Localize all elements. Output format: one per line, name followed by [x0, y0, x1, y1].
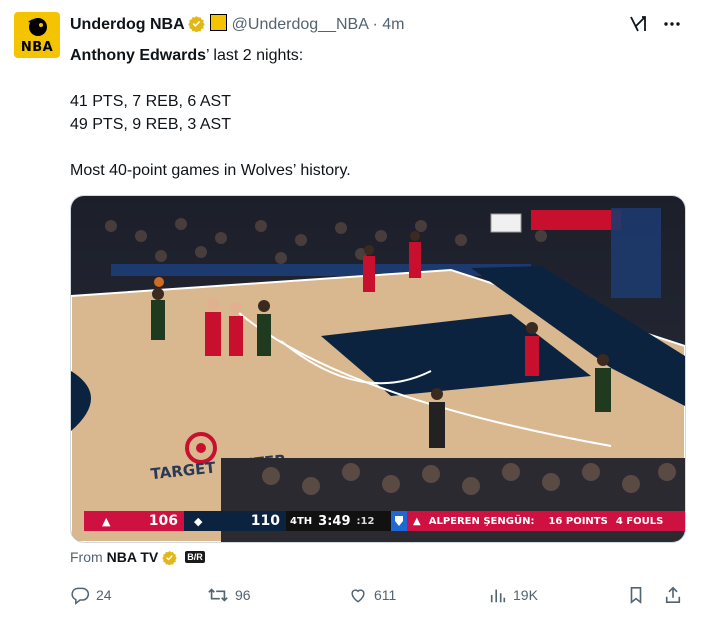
away-score: 110 — [250, 513, 280, 529]
author-handle[interactable]: @Underdog__NBA — [232, 16, 368, 33]
source-name[interactable]: NBA TV — [107, 549, 159, 565]
more-options-icon[interactable] — [662, 14, 682, 34]
home-team-score-box: ▲ 106 — [84, 511, 184, 531]
tweet-timestamp[interactable]: 4m — [382, 16, 404, 33]
player-points: 16 POINTS — [548, 515, 608, 527]
like-button[interactable]: 611 — [348, 583, 396, 607]
tweet-closing: Most 40-point games in Wolves’ history. — [70, 162, 351, 179]
stat-line-1: 41 PTS, 7 REB, 6 AST — [70, 93, 231, 110]
tweet-header: Underdog NBA @Underdog__NBA · 4m — [70, 14, 704, 36]
player-name: Anthony Edwards — [70, 47, 207, 64]
player-stat-box: ▲ ALPEREN ŞENGÜN: 16 POINTS 4 FOULS — [407, 511, 685, 531]
header-actions — [628, 14, 682, 34]
repost-count: 96 — [235, 587, 251, 603]
tweet-line-1: Anthony Edwards’ last 2 nights: — [70, 44, 670, 67]
shot-clock: :12 — [356, 515, 375, 527]
away-team-score-box: ◆ 110 — [184, 511, 286, 531]
tweet-text: Anthony Edwards’ last 2 nights: 41 PTS, … — [70, 44, 670, 182]
views-count: 19K — [513, 587, 538, 603]
reply-icon — [70, 585, 90, 605]
source-prefix: From — [70, 549, 103, 565]
video-player[interactable]: TARGET CENTER ▲ 106 ◆ 110 4TH 3:49:12 ▲… — [70, 195, 686, 543]
player-fouls: 4 FOULS — [615, 515, 664, 527]
author-name[interactable]: Underdog NBA — [70, 16, 185, 33]
verified-gold-badge-icon[interactable] — [187, 15, 205, 32]
views-button[interactable]: 19K — [489, 583, 538, 607]
game-clock: 3:49 — [318, 513, 351, 529]
stat-line-2: 49 PTS, 9 REB, 3 AST — [70, 116, 231, 133]
header-separator: · — [372, 16, 378, 33]
featured-player: ALPEREN ŞENGÜN: — [428, 515, 535, 527]
bookmark-button[interactable] — [627, 583, 645, 607]
share-button[interactable] — [664, 583, 682, 607]
rockets-logo-small-icon: ▲ — [413, 515, 421, 527]
share-icon — [664, 585, 682, 605]
timberwolves-logo-icon: ◆ — [194, 514, 203, 528]
grok-icon[interactable] — [628, 14, 648, 34]
basketball-court-scene: TARGET CENTER — [71, 196, 685, 542]
reply-button[interactable]: 24 — [70, 583, 112, 607]
heart-icon — [348, 585, 368, 605]
rockets-logo-icon: ▲ — [102, 514, 111, 528]
like-count: 611 — [374, 587, 397, 603]
game-clock-box: 4TH 3:49 :12 — [286, 511, 391, 531]
avatar-label: NBA — [20, 40, 54, 55]
fanduel-logo-icon — [391, 511, 407, 531]
avatar[interactable]: NBA — [14, 12, 60, 58]
scorebug: ▲ 106 ◆ 110 4TH 3:49 :12 ▲ ALPEREN ŞENGÜ… — [84, 511, 685, 531]
repost-icon — [207, 585, 229, 605]
source-verified-gold-badge-icon — [162, 550, 178, 565]
affiliate-badge-icon[interactable] — [209, 14, 227, 31]
repost-button[interactable]: 96 — [207, 583, 251, 607]
reply-count: 24 — [96, 587, 112, 603]
home-score: 106 — [148, 513, 178, 529]
tweet-action-bar: 24 96 611 19K — [70, 583, 684, 607]
tweet-line-1-rest: ’ last 2 nights: — [206, 47, 304, 64]
views-chart-icon — [489, 585, 507, 605]
quarter: 4TH — [290, 515, 313, 527]
media-source: From NBA TV B/R — [70, 549, 205, 565]
source-affiliate-badge: B/R — [185, 551, 205, 563]
bookmark-icon — [627, 585, 645, 605]
